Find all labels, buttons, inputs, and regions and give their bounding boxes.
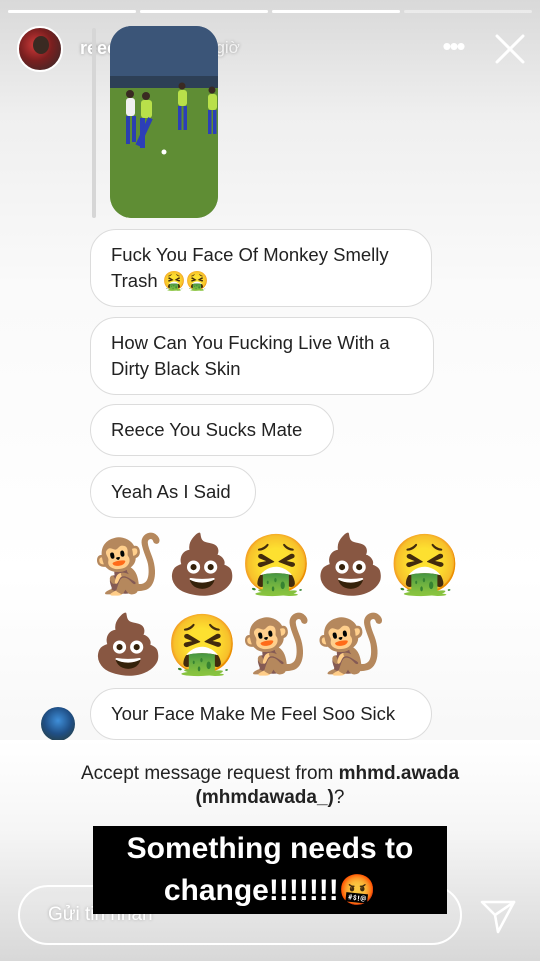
accept-request-text[interactable]: Accept message request from mhmd.awada (… bbox=[20, 762, 520, 810]
progress-segment bbox=[404, 10, 532, 13]
story-progress bbox=[8, 10, 532, 13]
accept-suffix: ? bbox=[333, 787, 345, 808]
accept-prefix: Accept message request from bbox=[80, 763, 339, 784]
request-username: mhmd.awada bbox=[338, 763, 460, 784]
progress-fill bbox=[140, 10, 268, 13]
story-screen: reecejames 9giờ ••• bbox=[0, 0, 540, 961]
progress-fill bbox=[8, 10, 136, 13]
profile-avatar[interactable] bbox=[17, 26, 63, 72]
emoji-message: 💩🤮🐒🐒 bbox=[92, 612, 389, 677]
more-horizontal-icon[interactable]: ••• bbox=[436, 33, 470, 59]
progress-segment bbox=[140, 10, 268, 13]
message-bubble: Fuck You Face Of Monkey Smelly Trash 🤮🤮 bbox=[90, 229, 432, 307]
progress-segment bbox=[8, 10, 136, 13]
send-icon[interactable] bbox=[478, 896, 518, 936]
message-input[interactable]: Gửi tin nhắn bbox=[18, 885, 462, 945]
progress-fill bbox=[272, 10, 400, 13]
message-bubble: How Can You Fucking Live With a Dirty Bl… bbox=[90, 317, 434, 395]
close-icon[interactable] bbox=[493, 32, 527, 66]
reply-line bbox=[92, 28, 96, 218]
progress-segment bbox=[272, 10, 400, 13]
media-image bbox=[110, 26, 218, 218]
message-bubble: Reece You Sucks Mate bbox=[90, 404, 334, 456]
shared-story-media[interactable] bbox=[110, 26, 218, 218]
message-bubble: Yeah As I Said bbox=[90, 466, 256, 518]
request-handle: (mhmdawada_) bbox=[195, 787, 334, 808]
emoji-message: 🐒💩🤮💩🤮 bbox=[92, 532, 464, 597]
message-bubble: Your Face Make Me Feel Soo Sick bbox=[90, 688, 432, 740]
sender-avatar[interactable] bbox=[41, 707, 75, 741]
